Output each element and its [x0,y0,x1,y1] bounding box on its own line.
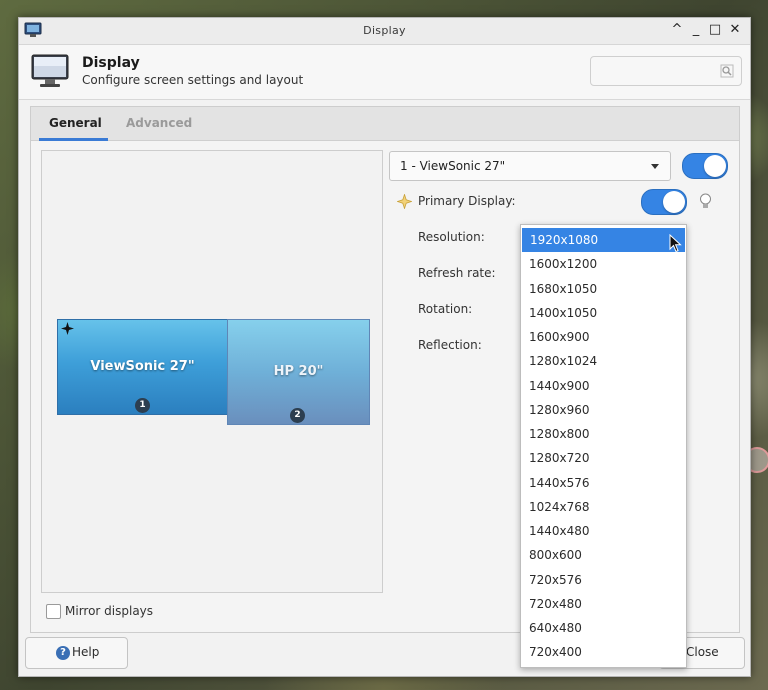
resolution-option[interactable]: 1440x576 [521,471,686,495]
resolution-option[interactable]: 1920x1080 [522,228,685,252]
monitor-number-badge: 2 [290,408,305,423]
help-icon: ? [56,646,70,660]
resolution-option[interactable]: 1440x900 [521,374,686,398]
help-button[interactable]: ? Help [25,637,128,669]
reflection-label: Reflection: [418,338,482,352]
maximize-button[interactable]: □ [707,22,723,38]
help-button-label: Help [72,645,100,659]
close-button-label: Close [686,645,719,659]
minimize-button[interactable]: _ [688,22,704,38]
resolution-option[interactable]: 720x480 [521,592,686,616]
primary-display-toggle[interactable] [641,189,687,215]
resolution-option[interactable]: 1440x480 [521,519,686,543]
resolution-option[interactable]: 1280x720 [521,446,686,470]
checkbox-box[interactable] [46,604,61,619]
mirror-displays-label: Mirror displays [65,604,154,618]
resolution-option[interactable]: 640x480 [521,616,686,640]
rotation-label: Rotation: [418,302,473,316]
display-layout-preview[interactable]: ViewSonic 27" 1 HP 20" 2 [41,150,383,593]
resolution-option[interactable]: 720x400 [521,640,686,664]
resolution-option[interactable]: 1024x768 [521,495,686,519]
toggle-knob [663,191,685,213]
resolution-option[interactable]: 1280x960 [521,398,686,422]
resolution-dropdown-menu[interactable]: 1920x1080 1600x1200 1680x1050 1400x1050 1600… [520,224,687,668]
resolution-option[interactable]: 1280x800 [521,422,686,446]
primary-star-icon [397,194,412,209]
header-subtitle: Configure screen settings and layout [82,73,304,87]
tab-advanced[interactable]: Advanced [126,116,192,130]
monitor-hp[interactable]: HP 20" 2 [227,319,370,425]
tab-general[interactable]: General [49,116,102,130]
window-title: Display [363,24,406,37]
primary-star-icon [61,322,74,335]
header-title: Display [82,55,140,71]
tab-bar: General Advanced [31,107,739,141]
monitor-number-badge: 1 [135,398,150,413]
selected-display-value: 1 - ViewSonic 27" [400,159,506,173]
resolution-option[interactable]: 1280x1024 [521,349,686,373]
primary-display-label: Primary Display: [418,194,516,208]
display-enable-toggle[interactable] [682,153,728,179]
search-input[interactable] [590,56,742,86]
monitor-name: HP 20" [273,364,324,379]
toggle-knob [704,155,726,177]
resolution-option[interactable]: 1600x1200 [521,252,686,276]
title-bar: Display ^ _ □ ✕ [19,18,750,45]
monitor-name: ViewSonic 27" [90,359,195,374]
resolution-option[interactable]: 1680x1050 [521,277,686,301]
search-icon [720,64,734,78]
active-tab-indicator [39,138,108,141]
display-icon [31,54,69,87]
monitor-viewsonic[interactable]: ViewSonic 27" 1 [57,319,228,415]
mouse-cursor-icon [669,234,682,253]
resolution-option[interactable]: 1400x1050 [521,301,686,325]
resolution-option[interactable]: 1600x900 [521,325,686,349]
display-select[interactable]: 1 - ViewSonic 27" [389,151,671,181]
resolution-option[interactable]: 800x600 [521,543,686,567]
dialog-header: Display Configure screen settings and la… [19,45,750,100]
shade-button[interactable]: ^ [669,22,685,38]
refresh-rate-label: Refresh rate: [418,266,496,280]
resolution-option[interactable]: 720x576 [521,568,686,592]
resolution-label: Resolution: [418,230,485,244]
identify-bulb-icon[interactable] [699,193,712,210]
close-window-button[interactable]: ✕ [727,22,743,38]
chevron-down-icon [651,164,659,169]
